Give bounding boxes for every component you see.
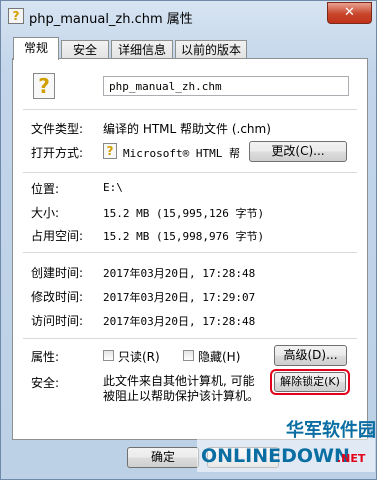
open-with-label: 打开方式: bbox=[31, 146, 84, 160]
chm-help-file-icon: ? bbox=[33, 73, 55, 99]
readonly-label[interactable]: 只读(R) bbox=[118, 348, 160, 365]
modified-label: 修改时间: bbox=[31, 290, 84, 304]
file-type-label: 文件类型: bbox=[31, 122, 84, 136]
chm-file-icon: ? bbox=[8, 8, 24, 24]
html-help-icon: ? bbox=[103, 143, 117, 159]
created-label: 创建时间: bbox=[31, 266, 84, 280]
ok-button[interactable]: 确定 bbox=[127, 447, 199, 468]
properties-window: ? php_manual_zh.chm 属性 ✕ 常规 安全 详细信息 以前的版… bbox=[0, 0, 377, 480]
divider bbox=[23, 109, 357, 110]
size-on-disk-value: 15.2 MB (15,998,976 字节) bbox=[103, 230, 265, 243]
hidden-checkbox[interactable] bbox=[183, 350, 194, 361]
watermark-logo: ONLINEDOWN .NET bbox=[197, 438, 375, 472]
watermark-net-text: .NET bbox=[337, 452, 366, 465]
tab-previous-versions[interactable]: 以前的版本 bbox=[175, 40, 247, 59]
divider bbox=[23, 172, 357, 173]
watermark-logo-text: ONLINEDOWN bbox=[201, 445, 350, 467]
created-value: 2017年03月20日, 17:28:48 bbox=[103, 267, 256, 280]
attributes-label: 属性: bbox=[31, 350, 60, 364]
size-on-disk-label: 占用空间: bbox=[31, 229, 84, 243]
open-with-value: Microsoft® HTML 帮 bbox=[123, 147, 240, 160]
tab-details[interactable]: 详细信息 bbox=[111, 40, 173, 59]
location-value: E:\ bbox=[103, 181, 123, 194]
accessed-label: 访问时间: bbox=[31, 314, 84, 328]
accessed-value: 2017年03月20日, 17:28:48 bbox=[103, 315, 256, 328]
divider bbox=[23, 252, 357, 253]
window-title: php_manual_zh.chm 属性 bbox=[29, 12, 193, 27]
size-label: 大小: bbox=[31, 206, 60, 220]
title-bar[interactable]: ? php_manual_zh.chm 属性 ✕ bbox=[1, 1, 377, 33]
close-button[interactable]: ✕ bbox=[327, 2, 372, 24]
general-panel: ? php_manual_zh.chm 文件类型: 编译的 HTML 帮助文件 … bbox=[12, 58, 368, 440]
size-value: 15.2 MB (15,995,126 字节) bbox=[103, 207, 265, 220]
change-button[interactable]: 更改(C)... bbox=[249, 141, 347, 162]
security-text-line2: 被阻止以帮助保护该计算机。 bbox=[103, 389, 260, 403]
unblock-button[interactable]: 解除锁定(K) bbox=[274, 372, 346, 392]
location-label: 位置: bbox=[31, 182, 60, 196]
file-type-value: 编译的 HTML 帮助文件 (.chm) bbox=[103, 122, 271, 136]
divider bbox=[23, 338, 357, 339]
security-label: 安全: bbox=[31, 376, 60, 390]
advanced-button[interactable]: 高级(D)... bbox=[274, 345, 347, 366]
unlock-highlight: 解除锁定(K) bbox=[270, 369, 350, 395]
readonly-checkbox[interactable] bbox=[103, 350, 114, 361]
modified-value: 2017年03月20日, 17:29:07 bbox=[103, 291, 256, 304]
tab-security[interactable]: 安全 bbox=[61, 40, 109, 59]
tab-general[interactable]: 常规 bbox=[13, 37, 59, 60]
hidden-label[interactable]: 隐藏(H) bbox=[198, 348, 240, 365]
filename-field[interactable]: php_manual_zh.chm bbox=[103, 76, 349, 96]
